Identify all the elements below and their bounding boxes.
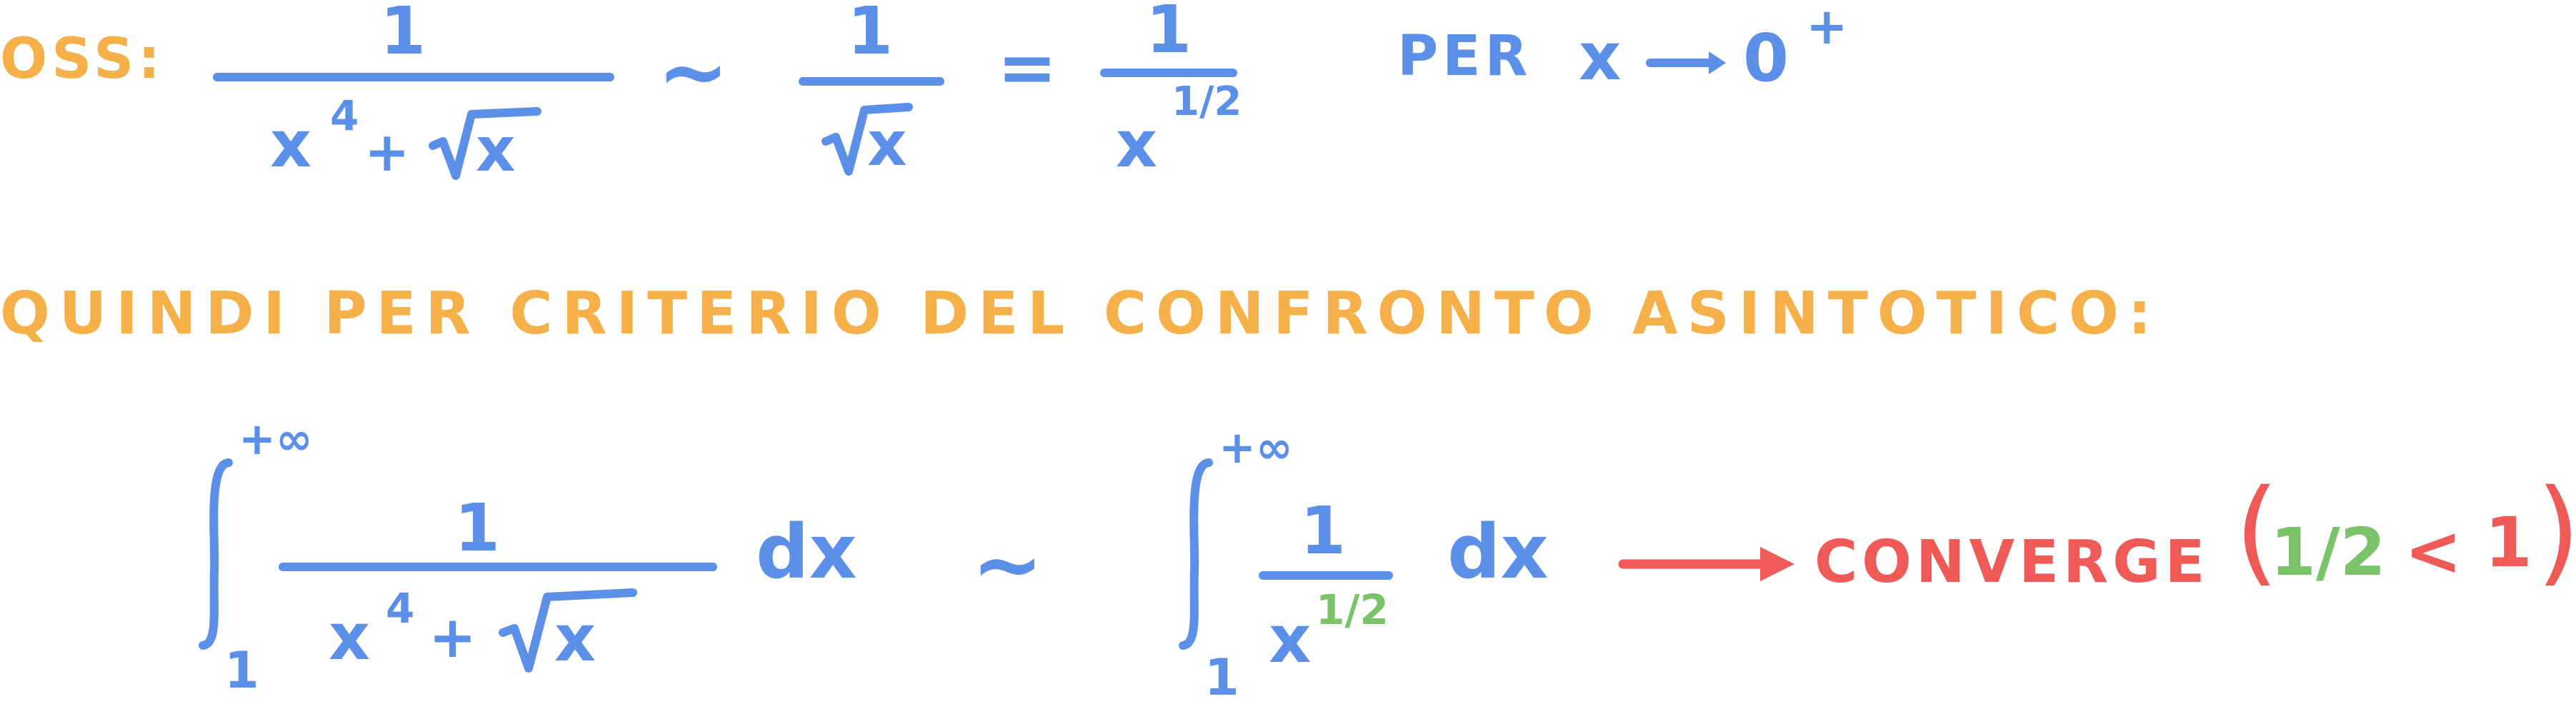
asymptotic-symbol-1: ~: [657, 23, 729, 122]
integral1-upper-limit: +∞: [239, 413, 313, 465]
differential-dx-1: dx: [756, 508, 857, 595]
integrand1-den-x: x: [329, 600, 371, 675]
limit-variable-x: x: [1579, 19, 1622, 95]
per-label: PER: [1397, 24, 1532, 89]
fraction1-den-plus: +: [364, 120, 410, 183]
fraction3-den-x: x: [1116, 107, 1158, 182]
fraction2-den-x: x: [867, 109, 907, 180]
paren-close: ): [2536, 464, 2576, 598]
limit-zero: 0: [1743, 20, 1789, 96]
comparison-one: 1: [2485, 503, 2532, 583]
integrand1-den-power: 4: [386, 584, 415, 633]
oss-label: OSS:: [0, 27, 165, 91]
integral-sign-1: [199, 458, 233, 650]
integral-sign-2: [1179, 458, 1213, 650]
integrand2-den-x: x: [1269, 601, 1312, 678]
differential-dx-2: dx: [1447, 508, 1549, 595]
fraction2-numerator: 1: [847, 0, 894, 69]
integrand1-den-sqrt-x: x: [554, 601, 596, 676]
integral2-upper-limit: +∞: [1219, 421, 1293, 473]
fraction1-den-sqrt-x: x: [476, 114, 516, 186]
integrand2-numerator: 1: [1300, 493, 1347, 569]
fraction1-den-x: x: [270, 107, 312, 182]
fraction2-bar: [799, 77, 944, 86]
fraction3-numerator: 1: [1146, 0, 1192, 68]
integral2-lower-limit: 1: [1204, 648, 1239, 707]
equals-sign: =: [997, 26, 1057, 109]
integrand1-den-plus: +: [429, 604, 477, 670]
integrand1-bar: [279, 563, 717, 571]
fraction3-den-power: 1/2: [1172, 79, 1242, 125]
fraction1-bar: [213, 73, 614, 81]
integral1-lower-limit: 1: [224, 641, 259, 700]
integrand2-bar: [1259, 571, 1393, 580]
exponent-one-half: 1/2: [2270, 514, 2386, 590]
integrand2-den-power: 1/2: [1316, 585, 1389, 634]
converge-arrow: [1618, 547, 1794, 581]
limit-arrow: [1646, 51, 1726, 74]
fraction1-numerator: 1: [380, 0, 426, 69]
fraction3-bar: [1100, 69, 1237, 77]
integrand1-numerator: 1: [454, 490, 501, 566]
asymptotic-symbol-2: ~: [972, 516, 1044, 615]
limit-plus-superscript: +: [1806, 0, 1848, 56]
converge-label: CONVERGE: [1814, 528, 2210, 596]
fraction1-den-power: 4: [330, 91, 359, 140]
criterion-heading: QUINDI PER CRITERIO DEL CONFRONTO ASINTO…: [0, 280, 2161, 348]
less-than-sign: <: [2405, 511, 2462, 591]
